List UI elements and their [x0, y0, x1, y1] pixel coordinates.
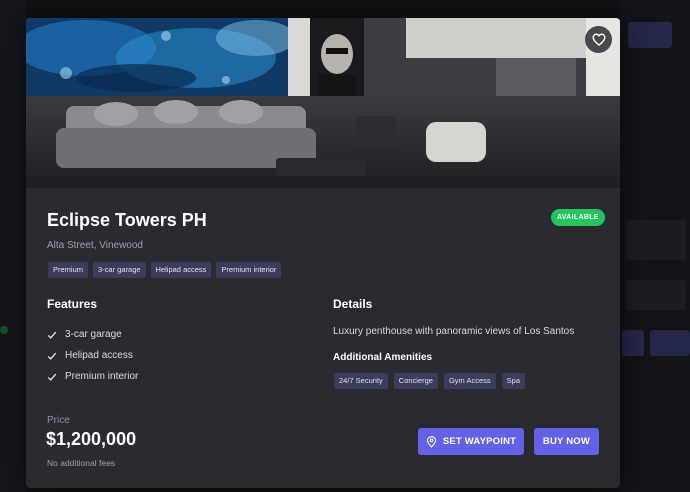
check-icon [47, 373, 57, 381]
background-button [628, 22, 672, 48]
amenities-heading: Additional Amenities [333, 352, 433, 363]
background-block [626, 280, 686, 310]
tag-chip: Helipad access [150, 262, 212, 278]
property-photo-art [26, 18, 620, 188]
details-description: Luxury penthouse with panoramic views of… [333, 326, 575, 337]
amenity-chip: Spa [501, 373, 526, 389]
buy-now-button[interactable]: BUY NOW [534, 428, 599, 455]
feature-label: Helipad access [65, 350, 133, 361]
property-modal: Eclipse Towers PH AVAILABLE Alta Street,… [26, 18, 620, 488]
feature-item: Premium interior [47, 366, 138, 387]
price-note: No additional fees [47, 458, 116, 468]
features-heading: Features [47, 297, 98, 311]
feature-item: 3-car garage [47, 324, 138, 345]
amenity-chip: 24/7 Security [334, 373, 388, 389]
price-label: Price [47, 415, 70, 426]
background-block [626, 220, 686, 260]
background-button [622, 330, 644, 356]
tag-chip: 3-car garage [93, 262, 146, 278]
background-left-panel [0, 0, 26, 492]
amenity-chip: Gym Access [443, 373, 496, 389]
feature-item: Helipad access [47, 345, 138, 366]
tag-chip: Premium [48, 262, 89, 278]
buy-now-label: BUY NOW [542, 436, 591, 447]
background-status-dot [0, 326, 8, 334]
feature-label: 3-car garage [65, 329, 122, 340]
details-heading: Details [333, 297, 373, 311]
amenity-chip: Concierge [393, 373, 438, 389]
background-button [650, 330, 690, 356]
status-badge: AVAILABLE [551, 209, 605, 226]
property-title: Eclipse Towers PH [47, 210, 207, 230]
heart-icon [591, 33, 606, 46]
set-waypoint-button[interactable]: SET WAYPOINT [418, 428, 524, 455]
favorite-button[interactable] [585, 26, 612, 53]
feature-label: Premium interior [65, 371, 139, 382]
tag-chip: Premium interior [216, 262, 282, 278]
price-value: $1,200,000 [46, 429, 137, 449]
check-icon [47, 352, 57, 360]
property-address: Alta Street, Vinewood [47, 240, 143, 251]
set-waypoint-label: SET WAYPOINT [442, 436, 517, 447]
features-list: 3-car garage Helipad access Premium inte… [47, 324, 138, 387]
check-icon [47, 331, 57, 339]
property-photo [26, 18, 620, 188]
map-pin-icon [426, 435, 437, 448]
amenities-list: 24/7 Security Concierge Gym Access Spa [334, 373, 526, 389]
property-tags: Premium 3-car garage Helipad access Prem… [48, 262, 282, 278]
